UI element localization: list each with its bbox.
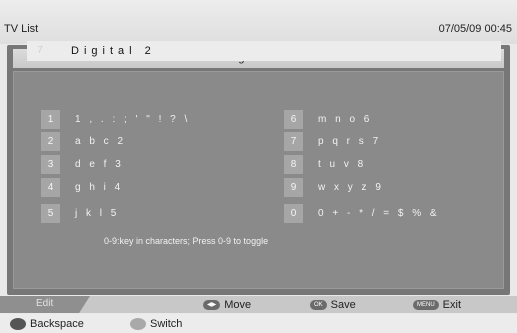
move-label: Move	[224, 298, 252, 311]
key-number: 6	[284, 110, 303, 129]
key-number: 4	[41, 178, 60, 197]
key-number: 0	[284, 204, 303, 223]
hotkey-bar: Edit ◀▶ Move OK Save MENU Exit	[0, 296, 517, 313]
program-name-value: Digital 2	[71, 45, 156, 57]
key-characters: m n o 6	[318, 114, 373, 125]
key-2[interactable]: 2 a b c 2	[41, 132, 241, 151]
key-characters: 0 + - * / = $ % &	[318, 208, 440, 219]
key-characters: d e f 3	[75, 159, 124, 170]
ok-key-icon: OK	[310, 299, 327, 310]
key-characters: 1 , . : ; ' " ! ? \	[75, 114, 191, 125]
key-1[interactable]: 1 1 , . : ; ' " ! ? \	[41, 110, 241, 129]
key-3[interactable]: 3 d e f 3	[41, 155, 241, 174]
save-hotkey[interactable]: OK Save	[310, 297, 356, 312]
date-time: 07/05/09 00:45	[438, 23, 512, 35]
key-0[interactable]: 0 0 + - * / = $ % &	[284, 204, 499, 223]
key-characters: t u v 8	[318, 159, 367, 170]
menu-key-icon: MENU	[413, 299, 439, 310]
key-8[interactable]: 8 t u v 8	[284, 155, 499, 174]
dark-grey-button-icon	[10, 318, 26, 330]
title-bar: TV List 07/05/09 00:45	[0, 0, 517, 44]
key-9[interactable]: 9 w x y z 9	[284, 178, 499, 197]
key-characters: a b c 2	[75, 136, 127, 147]
key-number: 3	[41, 155, 60, 174]
key-number: 1	[41, 110, 60, 129]
key-characters: g h i 4	[75, 182, 124, 193]
program-name-field[interactable]: 7 Digital 2	[27, 41, 501, 61]
exit-hotkey[interactable]: MENU Exit	[413, 297, 461, 312]
window-title: TV List	[4, 23, 39, 35]
key-4[interactable]: 4 g h i 4	[41, 178, 241, 197]
field-cursor-digit: 7	[37, 45, 43, 56]
switch-key[interactable]: Switch	[130, 317, 182, 331]
light-grey-button-icon	[130, 318, 146, 330]
key-6[interactable]: 6 m n o 6	[284, 110, 499, 129]
exit-label: Exit	[442, 298, 462, 311]
backspace-key[interactable]: Backspace	[10, 317, 84, 331]
key-7[interactable]: 7 p q r s 7	[284, 132, 499, 151]
key-characters: j k l 5	[75, 208, 120, 219]
save-label: Save	[330, 298, 356, 311]
input-hint: 0-9:key in characters; Press 0-9 to togg…	[104, 236, 269, 246]
move-hotkey[interactable]: ◀▶ Move	[203, 297, 251, 312]
backspace-label: Backspace	[30, 318, 84, 330]
key-characters: p q r s 7	[318, 136, 382, 147]
edit-mode-indicator: Edit	[0, 296, 90, 313]
key-number: 2	[41, 132, 60, 151]
color-key-bar: Backspace Switch	[0, 314, 517, 333]
key-number: 5	[41, 204, 60, 223]
switch-label: Switch	[150, 318, 183, 330]
key-number: 8	[284, 155, 303, 174]
key-5[interactable]: 5 j k l 5	[41, 204, 241, 223]
edit-label: Edit	[36, 298, 54, 309]
arrows-icon: ◀▶	[203, 299, 221, 310]
key-characters: w x y z 9	[318, 182, 384, 193]
key-number: 9	[284, 178, 303, 197]
key-number: 7	[284, 132, 303, 151]
